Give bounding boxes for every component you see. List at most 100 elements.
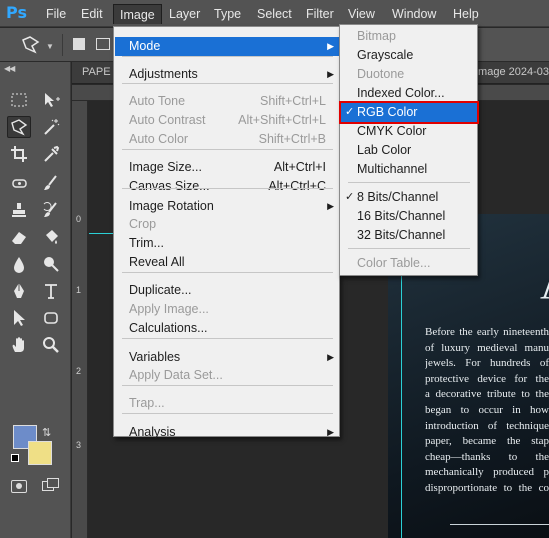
crop-tool-icon[interactable] (7, 143, 31, 165)
menu-item-analysis[interactable]: Analysis ▶ (115, 423, 339, 442)
preset-dropdown-icon[interactable]: ▼ (46, 42, 54, 51)
mode-item-indexed-color[interactable]: Indexed Color... (341, 84, 477, 103)
mode-item-grayscale[interactable]: Grayscale (341, 46, 477, 65)
screen-mode-icon[interactable] (42, 478, 60, 493)
pen-tool-icon[interactable] (7, 280, 31, 302)
menu-item-label: Auto Tone (129, 94, 186, 108)
image-menu-dropdown: Mode ▶ Adjustments ▶ Auto Tone Shift+Ctrl+L Au… (113, 26, 340, 439)
eyedropper-tool-icon[interactable] (39, 143, 63, 165)
mode-item-duotone: Duotone (341, 65, 477, 84)
menu-separator (122, 149, 333, 150)
eraser-tool-icon[interactable] (7, 226, 31, 248)
menu-separator (122, 385, 333, 386)
menu-item-apply-image: Apply Image... (115, 300, 339, 319)
menu-separator (122, 83, 333, 84)
default-colors-icon[interactable] (11, 454, 19, 462)
polygonal-lasso-tool-icon[interactable] (7, 116, 31, 138)
document-body-text: Before the early nineteenth of luxury med… (425, 325, 549, 497)
collapse-panel-icon[interactable]: ◀◀ (4, 64, 15, 73)
menu-item-canvas-size[interactable]: Canvas Size... Alt+Ctrl+C (115, 177, 339, 196)
mode-item-label: Bitmap (357, 29, 396, 43)
menu-item-reveal-all[interactable]: Reveal All (115, 253, 339, 272)
hand-tool-icon[interactable] (7, 334, 31, 356)
menu-view[interactable]: View (342, 4, 381, 24)
menu-file[interactable]: File (40, 4, 72, 24)
document-text-line: Before the early nineteenth (425, 326, 549, 338)
document-text-line: disproportionate to the co (425, 481, 549, 494)
menu-item-adjustments[interactable]: Adjustments ▶ (115, 65, 339, 84)
menu-item-trim[interactable]: Trim... (115, 234, 339, 253)
menu-layer[interactable]: Layer (163, 4, 206, 24)
mode-item-label: CMYK Color (357, 124, 427, 138)
menu-separator (122, 338, 333, 339)
spot-healing-tool-icon[interactable] (7, 172, 31, 194)
menu-item-trap: Trap... (115, 394, 339, 413)
menu-separator (122, 56, 333, 57)
background-color-swatch[interactable] (28, 441, 52, 465)
rectangle-tool-icon[interactable] (39, 307, 63, 329)
quick-mask-icon[interactable] (11, 480, 27, 493)
menu-edit[interactable]: Edit (75, 4, 109, 24)
submenu-arrow-icon: ▶ (327, 427, 334, 437)
mode-item-bitmap: Bitmap (341, 27, 477, 46)
mode-item-label: Grayscale (357, 48, 414, 62)
paint-bucket-tool-icon[interactable] (39, 226, 63, 248)
menu-item-label: Adjustments (129, 67, 198, 81)
mode-item-lab-color[interactable]: Lab Color (341, 141, 477, 160)
dodge-tool-icon[interactable] (39, 253, 63, 275)
history-brush-tool-icon[interactable] (39, 199, 63, 221)
move-tool-icon[interactable] (39, 89, 63, 111)
brush-tool-icon[interactable] (39, 172, 63, 194)
menu-item-label: Canvas Size... (129, 179, 210, 193)
document-text-line: began to occur in how (425, 403, 549, 416)
menu-item-label: Duplicate... (129, 283, 192, 297)
ruler-mark: 2 (76, 366, 82, 376)
mode-item-32-bits-channel[interactable]: 32 Bits/Channel (341, 226, 477, 245)
polygonal-lasso-preset-icon[interactable] (20, 34, 42, 56)
menu-type[interactable]: Type (208, 4, 247, 24)
menu-item-label: Apply Data Set... (129, 368, 223, 382)
menu-bar: Ps File Edit Image Layer Type Select Fil… (0, 0, 549, 27)
type-tool-icon[interactable] (39, 280, 63, 302)
menu-image[interactable]: Image (113, 4, 162, 24)
new-selection-icon[interactable] (73, 38, 85, 50)
menu-item-mode[interactable]: Mode ▶ (115, 37, 339, 56)
menu-separator (122, 413, 333, 414)
mode-item-label: Color Table... (357, 256, 431, 270)
add-to-selection-icon[interactable] (96, 38, 110, 50)
menu-help[interactable]: Help (447, 4, 485, 24)
menu-item-label: Image Size... (129, 160, 202, 174)
swap-colors-icon[interactable]: ⇅ (42, 426, 51, 439)
document-tab[interactable]: PAPE (82, 66, 111, 78)
menu-select[interactable]: Select (251, 4, 298, 24)
ruler-vertical[interactable]: 0 1 2 3 (72, 101, 88, 538)
mode-item-cmyk-color[interactable]: CMYK Color (341, 122, 477, 141)
mode-item-16-bits-channel[interactable]: 16 Bits/Channel (341, 207, 477, 226)
mode-item-8-bits-channel[interactable]: ✓ 8 Bits/Channel (341, 188, 477, 207)
zoom-tool-icon[interactable] (39, 334, 63, 356)
clone-stamp-tool-icon[interactable] (7, 199, 31, 221)
menu-separator (348, 248, 470, 249)
menu-item-calculations[interactable]: Calculations... (115, 319, 339, 338)
menu-item-image-rotation[interactable]: Image Rotation ▶ (115, 197, 339, 216)
menu-item-label: Auto Color (129, 132, 189, 146)
menu-item-label: Image Rotation (129, 199, 214, 213)
document-tab-2[interactable]: image 2024-03 (476, 66, 549, 78)
menu-window[interactable]: Window (386, 4, 442, 24)
rectangular-marquee-tool-icon[interactable] (7, 89, 31, 111)
menu-filter[interactable]: Filter (300, 4, 340, 24)
menu-item-duplicate[interactable]: Duplicate... (115, 281, 339, 300)
menu-item-image-size[interactable]: Image Size... Alt+Ctrl+I (115, 158, 339, 177)
photoshop-logo: Ps (6, 3, 27, 22)
document-heading-glyph: A (540, 262, 549, 306)
blur-tool-icon[interactable] (7, 253, 31, 275)
menu-separator (348, 182, 470, 183)
mode-item-label: Lab Color (357, 143, 412, 157)
path-selection-tool-icon[interactable] (7, 307, 31, 329)
mode-item-multichannel[interactable]: Multichannel (341, 160, 477, 179)
mode-item-label: RGB Color (357, 105, 418, 119)
mode-item-color-table: Color Table... (341, 254, 477, 273)
menu-item-variables[interactable]: Variables ▶ (115, 348, 339, 367)
mode-item-rgb-color[interactable]: ✓ RGB Color (339, 101, 479, 124)
magic-wand-tool-icon[interactable] (39, 116, 63, 138)
